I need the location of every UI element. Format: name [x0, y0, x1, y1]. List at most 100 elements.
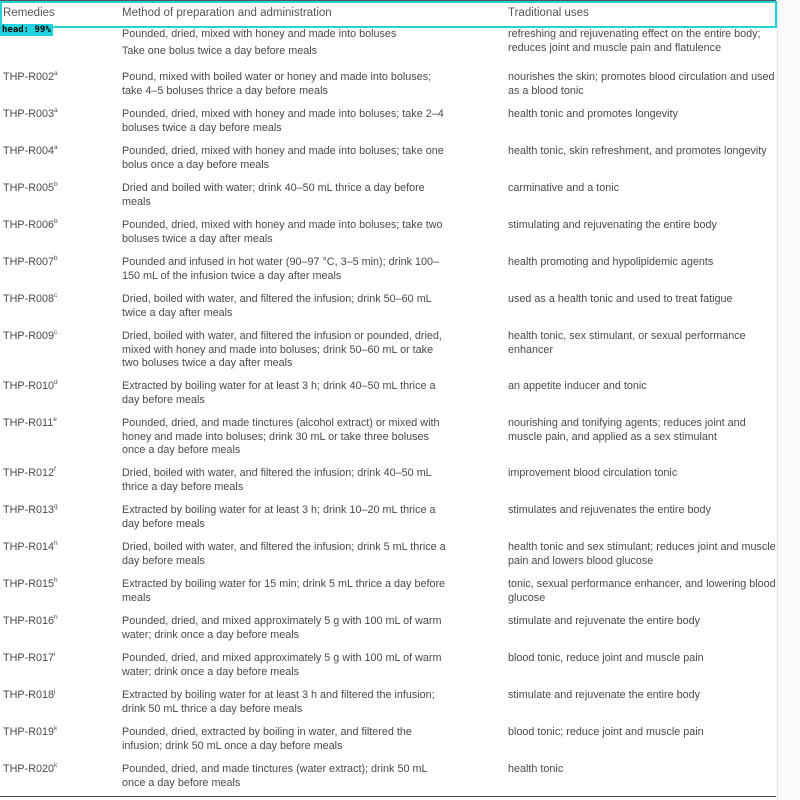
- footnote-marker: j: [54, 688, 56, 695]
- uses-text: nourishes the skin; promotes blood circu…: [508, 71, 775, 97]
- footnote-marker: e: [53, 416, 57, 423]
- method-cell: Pound, mixed with boiled water or honey …: [122, 71, 452, 98]
- method-text: Extracted by boiling water for at least …: [122, 689, 435, 715]
- remedy-id: THP-R018j: [3, 688, 113, 703]
- method-cell: Pounded, dried, and mixed approximately …: [122, 652, 452, 679]
- uses-text: stimulate and rejuvenate the entire body: [508, 615, 701, 627]
- uses-text: blood tonic, reduce joint and muscle pai…: [508, 652, 704, 664]
- uses-cell: health tonic and sex stimulant; reduces …: [508, 541, 776, 568]
- footnote-marker: i: [54, 651, 56, 658]
- method-cell: Dried and boiled with water; drink 40–50…: [122, 182, 452, 209]
- footnote-marker: h: [54, 577, 58, 584]
- uses-cell: nourishing and tonifying agents; reduces…: [508, 417, 776, 444]
- method-text: Dried, boiled with water, and filtered t…: [122, 467, 432, 493]
- remedy-code: THP-R005: [3, 182, 55, 194]
- footnote-marker: h: [54, 540, 58, 547]
- uses-text: stimulates and rejuvenates the entire bo…: [508, 504, 711, 516]
- method-cell: Pounded, dried, and mixed approximately …: [122, 615, 452, 642]
- footnote-marker: a: [54, 144, 58, 151]
- method-text: Pounded, dried, mixed with honey and mad…: [122, 145, 444, 171]
- uses-text: stimulate and rejuvenate the entire body: [508, 689, 701, 701]
- remedy-id: THP-R007b: [3, 255, 113, 270]
- method-cell: Extracted by boiling water for at least …: [122, 689, 452, 716]
- remedy-code: THP-R010: [3, 380, 55, 392]
- remedy-code: THP-R007: [3, 256, 55, 268]
- uses-cell: blood tonic, reduce joint and muscle pai…: [508, 652, 776, 666]
- remedy-code: THP-R002: [3, 71, 55, 83]
- method-cell: Pounded, dried, mixed with honey and mad…: [122, 28, 452, 58]
- method-text: Extracted by boiling water for 15 min; d…: [122, 578, 446, 604]
- remedy-id: THP-R019k: [3, 725, 113, 740]
- footnote-marker: k: [54, 725, 58, 732]
- footnote-marker: b: [54, 218, 58, 225]
- remedy-code: THP-R013: [3, 504, 55, 516]
- remedy-id: THP-R014h: [3, 540, 113, 555]
- method-cell: Extracted by boiling water for at least …: [122, 504, 452, 531]
- detection-label: head: 99%: [0, 24, 53, 36]
- document-page: Remedies Method of preparation and admin…: [0, 0, 800, 800]
- uses-cell: improvement blood circulation tonic: [508, 467, 776, 481]
- uses-text: stimulating and rejuvenating the entire …: [508, 219, 717, 231]
- remedy-id: THP-R017i: [3, 651, 113, 666]
- footnote-marker: a: [54, 107, 58, 114]
- uses-text: health tonic and promotes longevity: [508, 108, 678, 120]
- uses-text: refreshing and rejuvenating effect on th…: [508, 28, 761, 54]
- remedy-id: THP-R008c: [3, 292, 113, 307]
- uses-cell: health tonic and promotes longevity: [508, 108, 776, 122]
- remedy-code: THP-R016: [3, 615, 55, 627]
- uses-text: tonic, sexual performance enhancer, and …: [508, 578, 776, 604]
- method-text: Pounded, dried, extracted by boiling in …: [122, 726, 412, 752]
- method-text: Extracted by boiling water for at least …: [122, 504, 436, 530]
- method-cell: Dried, boiled with water, and filtered t…: [122, 467, 452, 494]
- remedy-code: THP-R012: [3, 467, 55, 479]
- uses-cell: health tonic, skin refreshment, and prom…: [508, 145, 776, 159]
- uses-cell: stimulating and rejuvenating the entire …: [508, 219, 776, 233]
- remedy-code: THP-R017: [3, 652, 55, 664]
- footnote-marker: b: [54, 255, 58, 262]
- uses-cell: stimulates and rejuvenates the entire bo…: [508, 504, 776, 518]
- remedy-id: THP-R012f: [3, 466, 113, 481]
- remedy-code: THP-R006: [3, 219, 55, 231]
- uses-text: health tonic, sex stimulant, or sexual p…: [508, 330, 746, 356]
- uses-cell: health promoting and hypolipidemic agent…: [508, 256, 776, 270]
- page-edge: [777, 0, 800, 800]
- method-text: Pounded, dried, and mixed approximately …: [122, 615, 442, 641]
- method-cell: Pounded, dried, mixed with honey and mad…: [122, 219, 452, 246]
- method-cell: Pounded, dried, mixed with honey and mad…: [122, 108, 452, 135]
- uses-cell: an appetite inducer and tonic: [508, 380, 776, 394]
- method-text: Dried, boiled with water, and filtered t…: [122, 541, 446, 567]
- remedy-code: THP-R003: [3, 108, 55, 120]
- remedy-id: THP-R002a: [3, 70, 113, 85]
- uses-cell: tonic, sexual performance enhancer, and …: [508, 578, 776, 605]
- footnote-marker: c: [54, 292, 58, 299]
- method-text: Dried, boiled with water, and filtered t…: [122, 330, 442, 369]
- remedy-code: THP-R004: [3, 145, 55, 157]
- method-cell: Extracted by boiling water for at least …: [122, 380, 452, 407]
- remedy-id: THP-R004a: [3, 144, 113, 159]
- method-cell: Pounded, dried, and made tinctures (alco…: [122, 417, 452, 458]
- remedy-id: THP-R011e: [3, 416, 113, 431]
- remedy-code: THP-R019: [3, 726, 55, 738]
- uses-cell: carminative and a tonic: [508, 182, 776, 196]
- remedy-id: THP-R020k: [3, 762, 113, 777]
- method-cell: Pounded, dried, extracted by boiling in …: [122, 726, 452, 753]
- method-text: Pounded, dried, and mixed approximately …: [122, 652, 442, 678]
- uses-text: health tonic, skin refreshment, and prom…: [508, 145, 767, 157]
- uses-cell: refreshing and rejuvenating effect on th…: [508, 28, 776, 55]
- footnote-marker: f: [54, 466, 56, 473]
- footnote-marker: c: [54, 329, 58, 336]
- method-text: Pounded, dried, mixed with honey and mad…: [122, 28, 397, 40]
- remedy-code: THP-R008: [3, 293, 55, 305]
- footnote-marker: b: [54, 181, 58, 188]
- uses-cell: used as a health tonic and used to treat…: [508, 293, 776, 307]
- table-bottom-rule: [0, 796, 776, 797]
- uses-cell: blood tonic; reduce joint and muscle pai…: [508, 726, 776, 740]
- method-cell: Dried, boiled with water, and filtered t…: [122, 293, 452, 320]
- method-text: Pounded, dried, and made tinctures (wate…: [122, 763, 428, 789]
- remedy-code: THP-R015: [3, 578, 55, 590]
- uses-cell: health tonic, sex stimulant, or sexual p…: [508, 330, 776, 357]
- method-cell: Dried, boiled with water, and filtered t…: [122, 330, 452, 371]
- uses-text: blood tonic; reduce joint and muscle pai…: [508, 726, 704, 738]
- method-cell: Pounded, dried, mixed with honey and mad…: [122, 145, 452, 172]
- method-text: Pounded and infused in hot water (90–97 …: [122, 256, 440, 282]
